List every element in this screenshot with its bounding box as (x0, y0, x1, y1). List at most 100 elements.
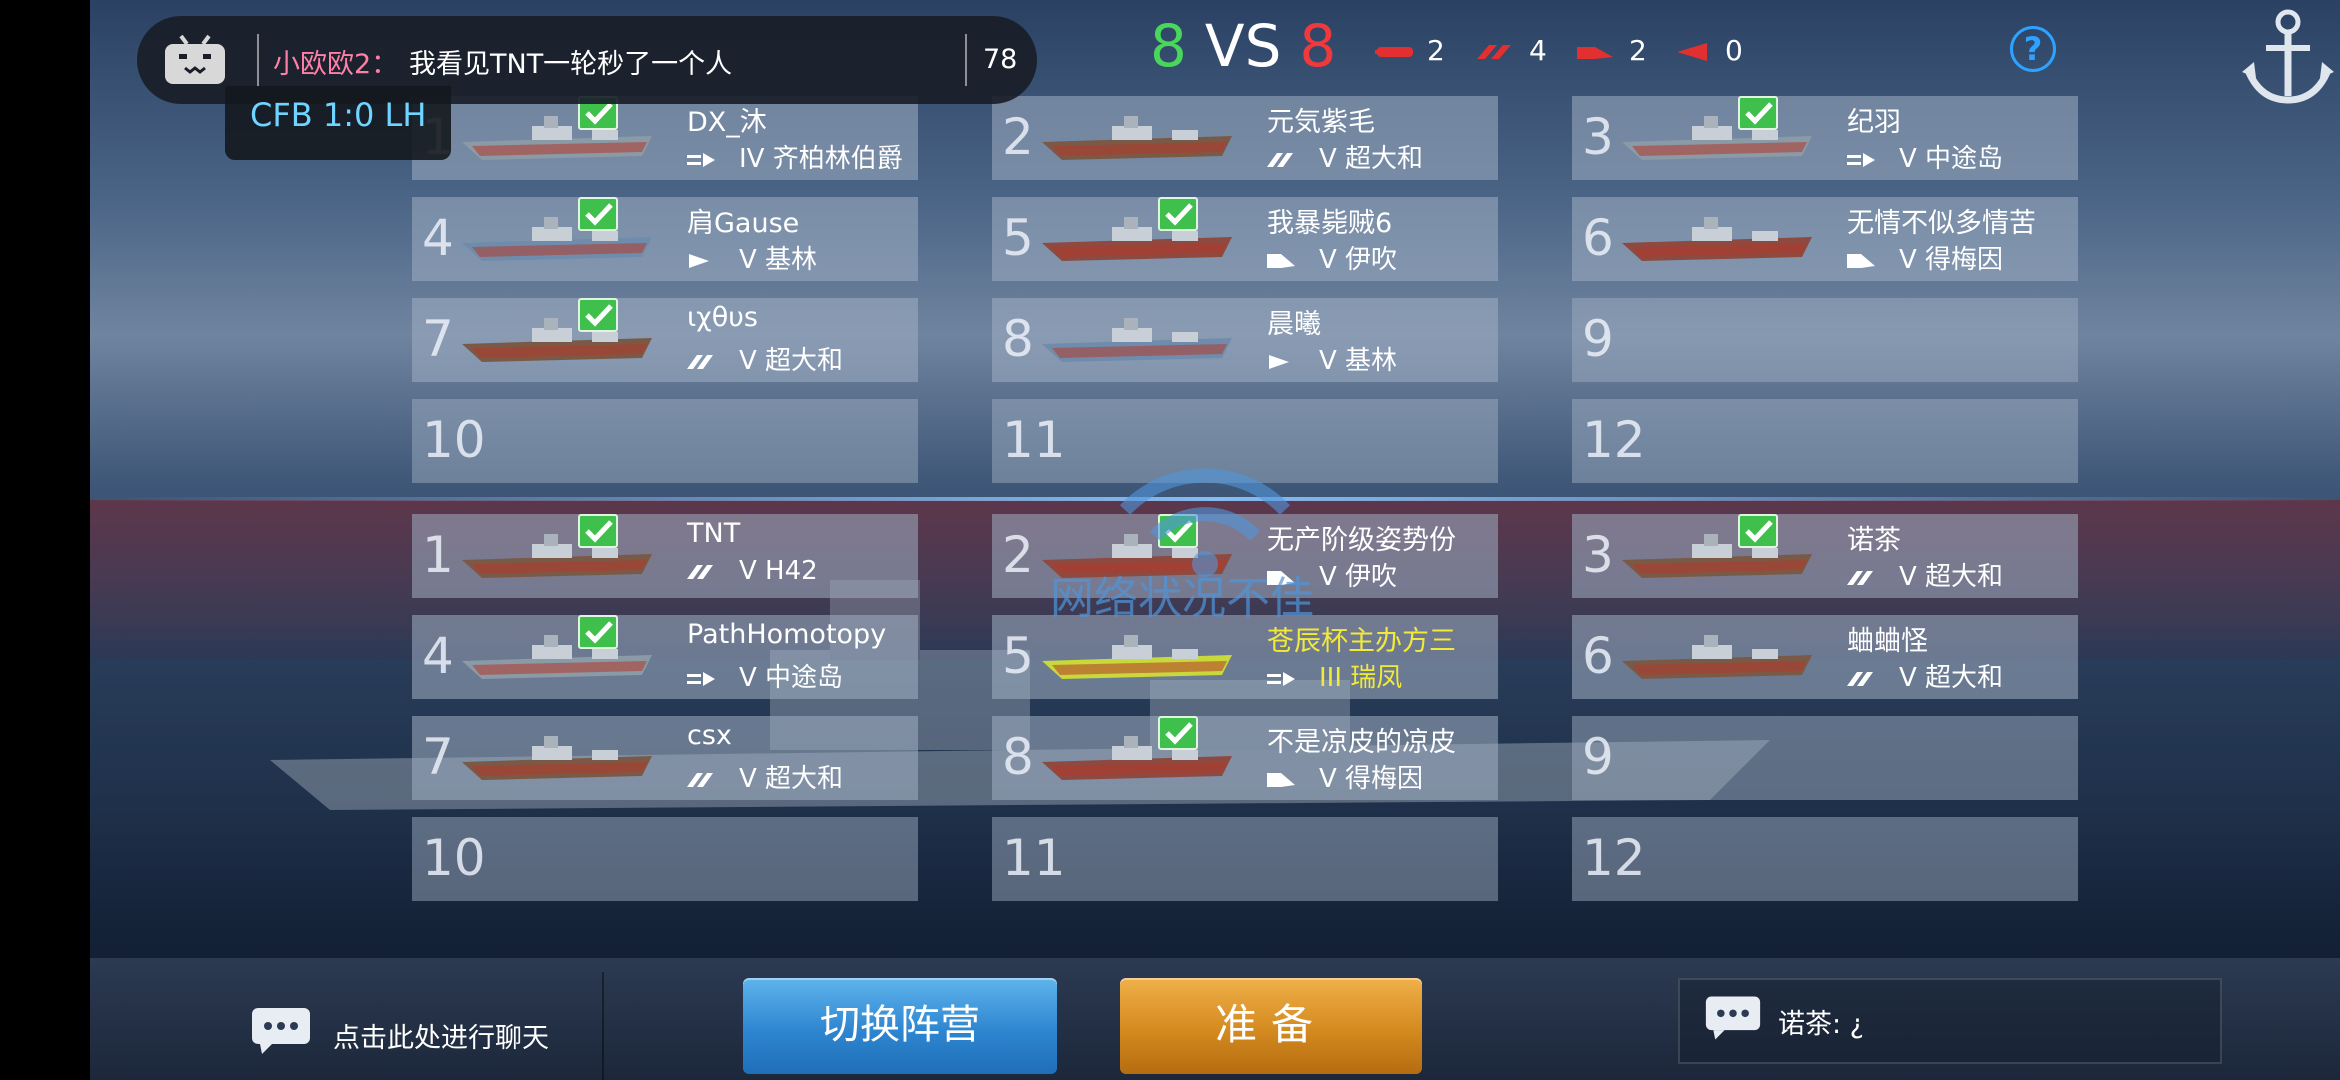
stat-cruiser: 4 (1475, 34, 1547, 67)
player-slot[interactable]: 10 (412, 817, 918, 901)
ship-info: V 超大和 (687, 758, 843, 795)
ship-info: V 中途岛 (1847, 138, 2003, 175)
player-slot[interactable]: 6 无情不似多情苦 V 得梅因 (1572, 197, 2078, 281)
ship-thumbnail (1042, 318, 1232, 362)
player-name: 我暴毙贼6 (1267, 208, 1393, 239)
ship-name: V 超大和 (739, 764, 844, 794)
player-name: 蛐蛐怪 (1847, 626, 1928, 657)
ready-check-icon (578, 615, 618, 649)
slot-number: 2 (1002, 526, 1034, 584)
ready-check-icon (1158, 197, 1198, 231)
slot-number: 8 (1002, 310, 1034, 368)
battleship-icon (1847, 562, 1899, 592)
player-slot[interactable]: 11 (992, 817, 1498, 901)
ready-button[interactable]: 准备 (1120, 978, 1422, 1074)
enemy-count: 8 (1299, 12, 1337, 80)
help-button[interactable]: ? (2010, 26, 2056, 72)
player-slot[interactable]: 2 元気紫毛 V 超大和 (992, 96, 1498, 180)
player-slot[interactable]: 12 (1572, 817, 2078, 901)
ship-name: V 伊吹 (1319, 245, 1398, 275)
carrier-icon (687, 144, 739, 174)
vs-label: VS (1204, 12, 1282, 80)
player-slot[interactable]: 9 (1572, 298, 2078, 382)
carrier-icon (1267, 663, 1319, 693)
danmaku-message: 我看见TNT一轮秒了一个人 (409, 49, 733, 80)
ship-name: V 得梅因 (1319, 764, 1424, 794)
stat-battleship-value: 2 (1629, 34, 1647, 67)
anchor-menu-icon[interactable] (2240, 0, 2336, 110)
player-slot[interactable]: 5 我暴毙贼6 V 伊吹 (992, 197, 1498, 281)
player-slot[interactable]: 1 TNT V H42 (412, 514, 918, 598)
ship-thumbnail (1042, 217, 1232, 261)
player-name: 纪羽 (1847, 107, 1901, 138)
player-slot[interactable]: 10 (412, 399, 918, 483)
player-slot[interactable]: 4 肩Gause V 基林 (412, 197, 918, 281)
slot-number: 9 (1582, 310, 1614, 368)
player-name: ιχθυs (687, 302, 758, 333)
ship-name: V 中途岛 (739, 663, 844, 693)
ship-info: V 超大和 (1267, 138, 1423, 175)
ship-info: V 超大和 (1847, 556, 2003, 593)
ship-thumbnail (462, 635, 652, 679)
ready-check-icon (578, 514, 618, 548)
player-slot[interactable]: 6 蛐蛐怪 V 超大和 (1572, 615, 2078, 699)
slot-number: 12 (1582, 829, 1646, 887)
player-name: 元気紫毛 (1267, 107, 1375, 138)
slot-number: 7 (422, 728, 454, 786)
ship-name: V 超大和 (1319, 144, 1424, 174)
player-slot[interactable]: 7 csx V 超大和 (412, 716, 918, 800)
latest-chat-text: 诺茶: ¿ (1778, 1009, 1865, 1040)
ship-thumbnail (1042, 116, 1232, 160)
ship-name: IV 齐柏林伯爵 (739, 144, 903, 174)
player-slot[interactable]: 9 (1572, 716, 2078, 800)
stat-destroyer: 2 (1375, 34, 1445, 67)
ship-info: III 瑞凤 (1267, 657, 1402, 694)
slot-number: 11 (1002, 829, 1066, 887)
ship-info: V 超大和 (1847, 657, 2003, 694)
switch-team-button[interactable]: 切换阵营 (743, 978, 1057, 1074)
player-name: 晨曦 (1267, 309, 1321, 340)
cruiser-icon (1267, 764, 1319, 794)
ready-check-icon (578, 197, 618, 231)
slot-number: 12 (1582, 411, 1646, 469)
ship-name: V 中途岛 (1899, 144, 2004, 174)
player-slot[interactable]: 12 (1572, 399, 2078, 483)
latest-chat-message[interactable]: 诺茶: ¿ (1678, 978, 2222, 1064)
carrier-icon (1677, 43, 1707, 61)
ship-info: V H42 (687, 556, 818, 586)
player-slot[interactable]: 5 苍辰杯主办方三 III 瑞凤 (992, 615, 1498, 699)
player-slot[interactable]: 4 PathHomotopy V 中途岛 (412, 615, 918, 699)
chat-bubble-icon[interactable] (250, 1006, 312, 1056)
separator (965, 34, 967, 86)
battleship-icon (687, 346, 739, 376)
player-name: 不是凉皮的凉皮 (1267, 727, 1456, 758)
chat-prompt[interactable]: 点击此处进行聊天 (333, 1016, 549, 1055)
slot-number: 3 (1582, 108, 1614, 166)
battleship-icon (687, 556, 739, 586)
ship-thumbnail (462, 318, 652, 362)
ship-thumbnail (1042, 635, 1232, 679)
stat-battleship: 2 (1575, 34, 1647, 67)
ship-info: V 基林 (687, 239, 817, 276)
player-slot[interactable]: 3 诺茶 V 超大和 (1572, 514, 2078, 598)
player-slot[interactable]: 8 晨曦 V 基林 (992, 298, 1498, 382)
cfb-score-text: CFB 1:0 LH (250, 96, 427, 134)
ship-thumbnail (462, 217, 652, 261)
ship-name: V 基林 (1319, 346, 1398, 376)
slot-number: 6 (1582, 209, 1614, 267)
slot-number: 9 (1582, 728, 1614, 786)
match-score: 8 VS 8 (1150, 12, 1336, 80)
player-slot[interactable]: 8 不是凉皮的凉皮 V 得梅因 (992, 716, 1498, 800)
ship-name: III 瑞凤 (1319, 663, 1403, 693)
player-name: PathHomotopy (687, 619, 887, 650)
player-slot[interactable]: 1DX_沐IV 齐柏林伯爵 (412, 96, 918, 180)
slot-number: 6 (1582, 627, 1614, 685)
battleship-icon (1577, 47, 1613, 59)
match-score-overlay: CFB 1:0 LH (225, 86, 451, 160)
player-slot[interactable]: 7 ιχθυs V 超大和 (412, 298, 918, 382)
ship-info: IV 齐柏林伯爵 (687, 138, 903, 175)
destroyer-icon (687, 245, 739, 275)
ship-name: V 得梅因 (1899, 245, 2004, 275)
separator (257, 34, 259, 86)
player-slot[interactable]: 3 纪羽 V 中途岛 (1572, 96, 2078, 180)
